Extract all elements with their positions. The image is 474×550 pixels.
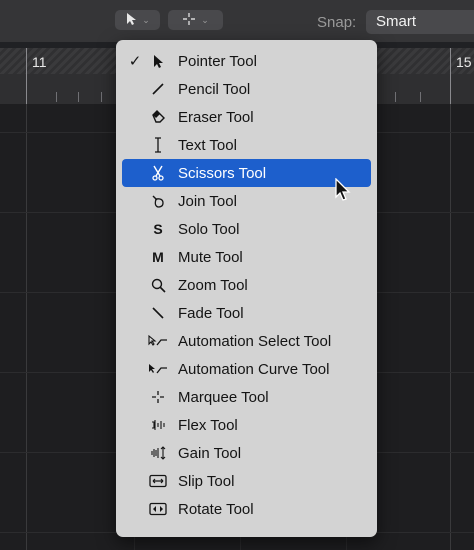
rotate-icon xyxy=(146,499,170,519)
menu-item-label: Eraser Tool xyxy=(178,108,254,126)
pencil-icon xyxy=(146,79,170,99)
solo-icon: S xyxy=(153,221,163,237)
eraser-icon xyxy=(146,107,170,127)
menu-item-text-tool[interactable]: Text Tool xyxy=(122,131,371,159)
automation-curve-icon xyxy=(146,359,170,379)
chevron-down-icon: ⌄ xyxy=(201,14,209,25)
mouse-cursor-icon xyxy=(334,177,352,207)
menu-item-marquee-tool[interactable]: Marquee Tool xyxy=(122,383,371,411)
gain-icon xyxy=(146,443,170,463)
scissors-icon xyxy=(146,163,170,183)
bar-number-right: 15 xyxy=(456,54,472,70)
bar-number-left: 11 xyxy=(32,54,47,70)
menu-item-label: Marquee Tool xyxy=(178,388,269,406)
join-icon xyxy=(146,191,170,211)
chevron-down-icon: ⌄ xyxy=(142,14,150,25)
menu-item-label: Flex Tool xyxy=(178,416,238,434)
toolbar: ⌄ ⌄ Snap: Smart xyxy=(0,0,474,42)
menu-item-label: Automation Curve Tool xyxy=(178,360,330,378)
menu-item-label: Zoom Tool xyxy=(178,276,248,294)
fade-icon xyxy=(146,303,170,323)
tool-menu: ✓ Pointer Tool Pencil Tool Eraser Tool T… xyxy=(116,40,377,537)
menu-item-label: Slip Tool xyxy=(178,472,235,490)
flex-icon xyxy=(146,415,170,435)
automation-select-icon xyxy=(146,331,170,351)
marquee-crosshair-icon xyxy=(182,12,196,29)
text-cursor-icon xyxy=(146,135,170,155)
menu-item-label: Gain Tool xyxy=(178,444,242,462)
menu-item-slip-tool[interactable]: Slip Tool xyxy=(122,467,371,495)
grid-line xyxy=(26,104,27,550)
checkmark-icon: ✓ xyxy=(128,53,142,70)
menu-item-label: Pointer Tool xyxy=(178,52,257,70)
zoom-icon xyxy=(146,275,170,295)
menu-item-gain-tool[interactable]: Gain Tool xyxy=(122,439,371,467)
menu-item-solo-tool[interactable]: S Solo Tool xyxy=(122,215,371,243)
left-click-tool-popup[interactable]: ⌄ xyxy=(115,10,160,30)
menu-item-rotate-tool[interactable]: Rotate Tool xyxy=(122,495,371,523)
pointer-icon xyxy=(125,12,137,29)
grid-line xyxy=(450,104,451,550)
beat-tick xyxy=(78,92,79,102)
menu-item-pencil-tool[interactable]: Pencil Tool xyxy=(122,75,371,103)
snap-select[interactable]: Smart xyxy=(366,10,474,34)
snap-label: Snap: xyxy=(317,14,357,31)
menu-item-label: Mute Tool xyxy=(178,248,243,266)
beat-tick xyxy=(420,92,421,102)
beat-tick xyxy=(395,92,396,102)
menu-item-label: Scissors Tool xyxy=(178,164,267,182)
menu-item-label: Automation Select Tool xyxy=(178,332,332,350)
menu-item-pointer-tool[interactable]: ✓ Pointer Tool xyxy=(122,47,371,75)
menu-item-label: Fade Tool xyxy=(178,304,244,322)
menu-item-automation-select-tool[interactable]: Automation Select Tool xyxy=(122,327,371,355)
bar-line xyxy=(450,48,451,104)
menu-item-label: Join Tool xyxy=(178,192,237,210)
menu-item-eraser-tool[interactable]: Eraser Tool xyxy=(122,103,371,131)
beat-tick xyxy=(101,92,102,102)
command-click-tool-popup[interactable]: ⌄ xyxy=(168,10,223,30)
marquee-icon xyxy=(146,387,170,407)
menu-item-label: Text Tool xyxy=(178,136,237,154)
menu-item-fade-tool[interactable]: Fade Tool xyxy=(122,299,371,327)
beat-tick xyxy=(56,92,57,102)
menu-item-mute-tool[interactable]: M Mute Tool xyxy=(122,243,371,271)
menu-item-label: Solo Tool xyxy=(178,220,240,238)
pointer-icon xyxy=(146,51,170,71)
slip-icon xyxy=(146,471,170,491)
bar-line xyxy=(26,48,27,104)
menu-item-zoom-tool[interactable]: Zoom Tool xyxy=(122,271,371,299)
menu-item-automation-curve-tool[interactable]: Automation Curve Tool xyxy=(122,355,371,383)
menu-item-label: Pencil Tool xyxy=(178,80,251,98)
menu-item-flex-tool[interactable]: Flex Tool xyxy=(122,411,371,439)
menu-item-label: Rotate Tool xyxy=(178,500,254,518)
mute-icon: M xyxy=(152,249,164,265)
